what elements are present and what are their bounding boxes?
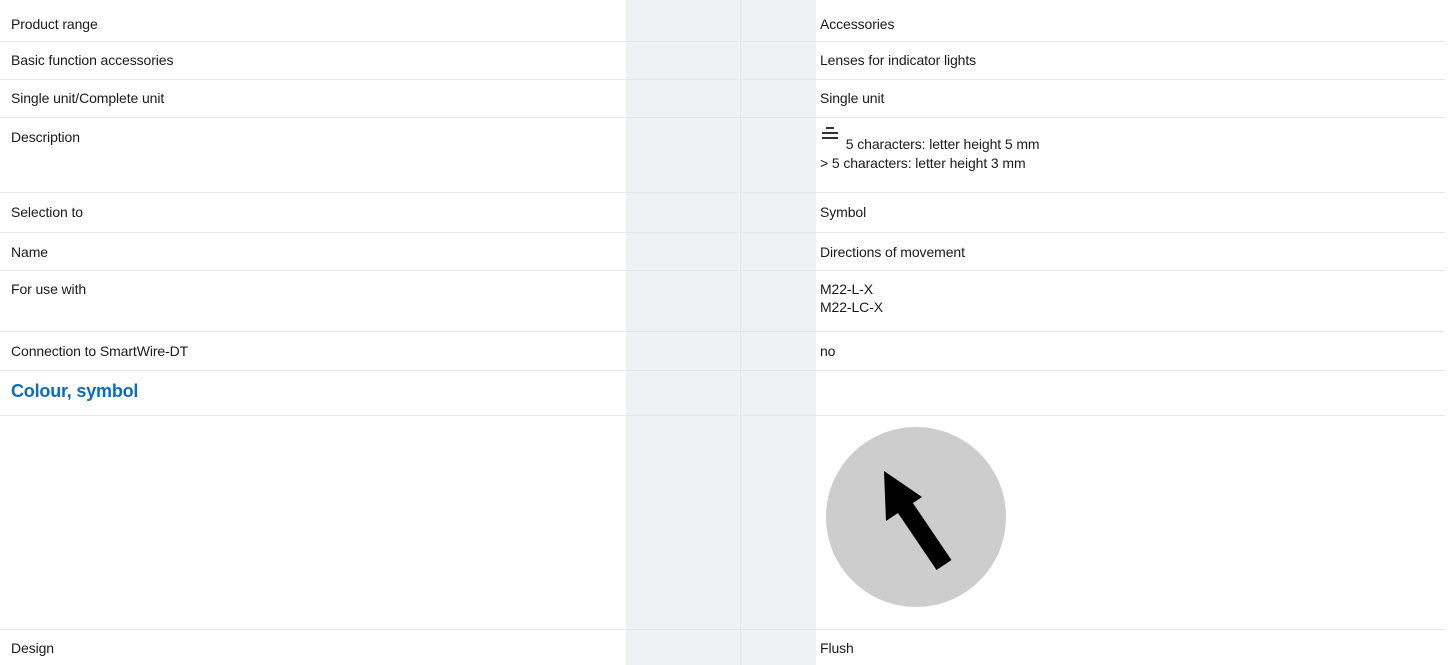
lens-symbol-image xyxy=(826,427,1006,607)
row-value: Symbol xyxy=(820,204,867,220)
section-title: Colour, symbol xyxy=(11,381,139,401)
section-header-row: Colour, symbol xyxy=(0,370,1445,415)
row-value: Single unit xyxy=(820,90,885,106)
row-label: Name xyxy=(11,244,48,260)
row-value: Lenses for indicator lights xyxy=(820,52,977,68)
row-value: no xyxy=(820,343,836,359)
row-label: Description xyxy=(11,129,80,145)
arrow-up-left-icon xyxy=(826,427,1006,607)
table-row: For use with M22-L-X M22-LC-X xyxy=(0,270,1445,331)
symbol-row xyxy=(0,415,1445,629)
row-value: Flush xyxy=(820,640,854,656)
row-value: Accessories xyxy=(820,16,895,32)
description-line: 5 characters: letter height 5 mm xyxy=(845,136,1040,152)
row-label: Single unit/Complete unit xyxy=(11,90,165,106)
row-label: Basic function accessories xyxy=(11,52,174,68)
row-label: For use with xyxy=(11,281,87,297)
row-value: M22-L-X M22-LC-X xyxy=(820,280,883,316)
table-row: Selection to Symbol xyxy=(0,192,1445,232)
table-row: Connection to SmartWire-DT no xyxy=(0,331,1445,370)
table-row: Description 5 characters: letter height … xyxy=(0,117,1445,192)
table-row: Single unit/Complete unit Single unit xyxy=(0,79,1445,117)
row-label: Connection to SmartWire-DT xyxy=(11,343,189,359)
table-row: Product range Accessories xyxy=(0,4,1445,41)
description-line: > 5 characters: letter height 3 mm xyxy=(820,155,1026,171)
row-label: Product range xyxy=(11,16,98,32)
table-row: Design Flush xyxy=(0,629,1445,665)
description-value: 5 characters: letter height 5 mm > 5 cha… xyxy=(820,126,1040,172)
value-line: M22-LC-X xyxy=(820,299,883,315)
row-label: Selection to xyxy=(11,204,83,220)
table-row: Name Directions of movement xyxy=(0,232,1445,270)
row-value: Directions of movement xyxy=(820,244,965,260)
row-label: Design xyxy=(11,640,54,656)
value-line: M22-L-X xyxy=(820,281,873,297)
table-row: Basic function accessories Lenses for in… xyxy=(0,41,1445,79)
text-lines-icon xyxy=(820,126,840,140)
product-spec-sheet: Product range Accessories Basic function… xyxy=(0,0,1449,665)
